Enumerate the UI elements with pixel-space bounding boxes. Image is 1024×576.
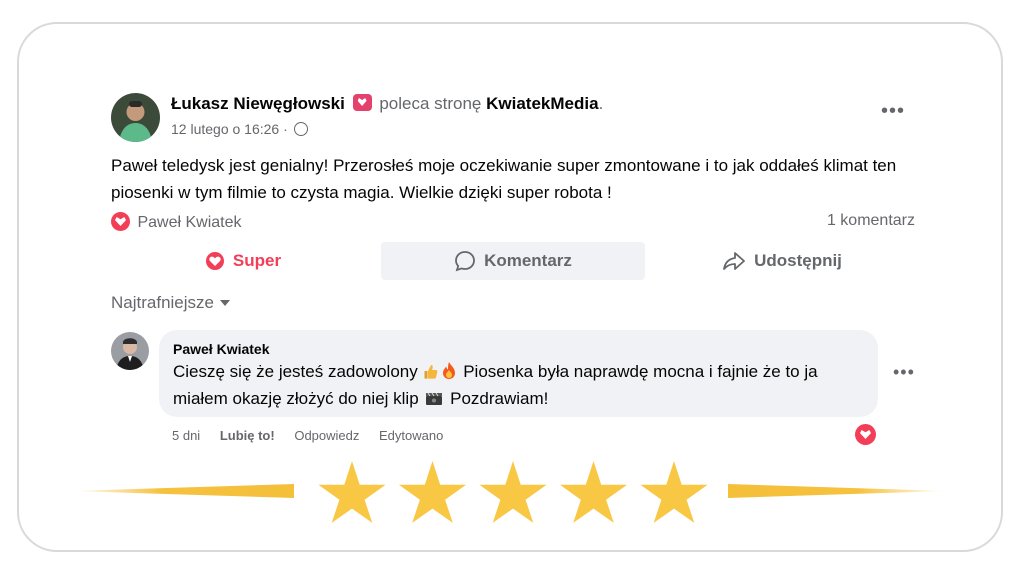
comment-text-part1: Cieszę się że jesteś zadowolony [173,362,418,381]
reply-link[interactable]: Odpowiedz [294,428,359,443]
commenter-name[interactable]: Paweł Kwiatek [173,341,864,357]
sort-label: Najtrafniejsze [111,293,214,312]
share-label: Udostępnij [754,251,842,270]
star-icon [398,461,467,523]
star-icon [640,461,708,523]
comment-text: Cieszę się że jesteś zadowolony Piosenka… [173,359,864,413]
super-button[interactable]: Super [111,242,375,280]
super-label: Super [232,251,282,270]
comment-text-part3: Pozdrawiam! [450,389,549,408]
comment-count[interactable]: 1 komentarz [827,212,915,230]
comment-more-icon[interactable]: ••• [893,362,915,383]
love-icon [205,251,225,271]
fire-icon [442,361,456,386]
star-icon [559,461,628,523]
post-meta: 12 lutego o 16:26 · [171,121,308,137]
reactor-name: Paweł Kwiatek [137,214,242,231]
globe-icon [293,122,308,136]
share-button[interactable]: Udostępnij [652,242,912,280]
love-reaction-icon [111,212,130,231]
comment-love-icon[interactable] [855,424,876,445]
action-text: poleca stronę [379,94,482,113]
comment-label: Komentarz [484,251,572,270]
share-icon [722,250,746,272]
post-header: Łukasz Niewęgłowski poleca stronę Kwiate… [171,94,603,114]
comment-button[interactable]: Komentarz [381,242,645,280]
post-text: Paweł teledysk jest genialny! Przerosłeś… [111,156,897,202]
post-date[interactable]: 12 lutego o 16:26 · [171,121,288,137]
thumbs-up-icon [424,361,438,386]
edited-label: Edytowano [379,428,444,443]
page-suffix: . [598,94,604,113]
post-more-icon[interactable]: ••• [881,100,905,123]
recommend-icon [352,94,372,111]
commenter-avatar[interactable] [111,332,149,370]
like-link[interactable]: Lubię to! [220,428,275,443]
page-link[interactable]: KwiatekMedia [486,94,598,113]
author-avatar[interactable] [111,93,160,142]
comment-icon [454,250,476,272]
comment-bubble: Paweł Kwiatek Cieszę się że jesteś zadow… [159,330,878,417]
clapperboard-icon [425,388,443,413]
star-rating [317,461,709,531]
comment-actions: 5 dni Lubię to! Odpowiedz Edytowano [172,428,459,443]
comment-sort-dropdown[interactable]: Najtrafniejsze [111,293,230,313]
author-name[interactable]: Łukasz Niewęgłowski [171,94,345,113]
star-icon [318,461,386,523]
reaction-summary[interactable]: Paweł Kwiatek [111,212,242,232]
star-icon [479,461,547,523]
caret-down-icon [220,300,230,306]
comment-time[interactable]: 5 dni [172,428,200,443]
